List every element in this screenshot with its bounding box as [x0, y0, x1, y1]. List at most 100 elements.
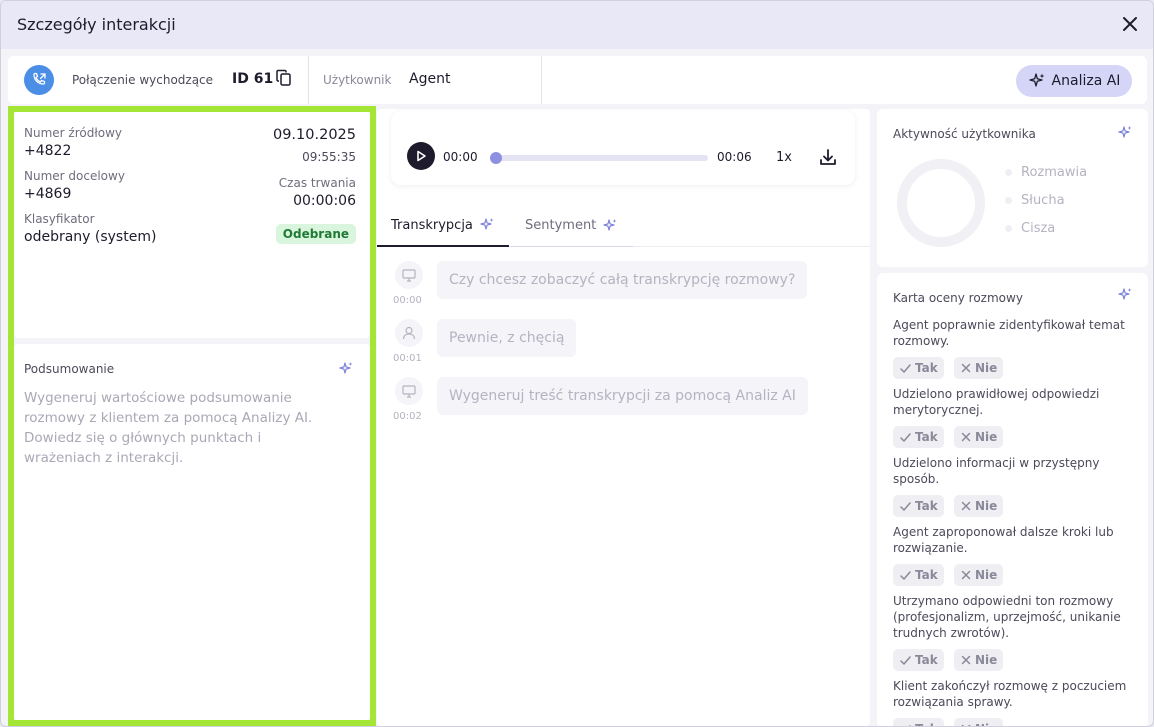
download-icon	[820, 149, 836, 165]
question-line: Klient zakończył rozmowę z poczuciem	[893, 679, 1127, 693]
x-icon	[961, 570, 971, 580]
speaker-avatar	[395, 261, 423, 289]
legend-dot	[1005, 197, 1012, 204]
answer-no-button[interactable]: Nie	[954, 564, 1004, 586]
tab-transcription[interactable]: Transkrypcja	[377, 205, 509, 247]
duration-value: 00:00:06	[293, 193, 356, 209]
legend-label: Słucha	[1021, 193, 1065, 208]
sparkle-icon[interactable]	[1117, 125, 1133, 141]
scorecard-question: Udzielono informacji w przystępny sposób.	[893, 455, 1137, 487]
status-badge: Odebrane	[275, 224, 356, 244]
scorecard-question: Agent zaproponował dalsze kroki lub rozwi…	[893, 524, 1137, 556]
monitor-icon	[402, 385, 416, 398]
answer-yes-button[interactable]: Tak	[893, 357, 944, 379]
progress-thumb[interactable]	[490, 152, 502, 164]
question-line: merytorycznej.	[893, 403, 984, 417]
question-line: Agent zaproponował dalsze kroki lub	[893, 525, 1114, 539]
classifier-value: odebrany (system)	[24, 229, 157, 245]
question-line: rozmowy.	[893, 334, 950, 348]
answer-yes-label: Tak	[915, 499, 938, 513]
answer-yes-label: Tak	[915, 430, 938, 444]
check-icon	[908, 724, 911, 726]
x-icon	[961, 724, 971, 726]
x-icon	[961, 501, 971, 511]
call-id: ID 61	[232, 71, 274, 87]
answer-no-button[interactable]: Nie	[954, 426, 1004, 448]
sparkle-icon	[1028, 73, 1045, 87]
x-icon	[961, 655, 971, 665]
answer-no-label: Nie	[975, 499, 998, 513]
question-line: Agent poprawnie zidentyfikował temat	[893, 318, 1125, 332]
user-value: Agent	[409, 71, 451, 87]
question-line: rozwiązanie.	[893, 541, 968, 555]
check-icon	[900, 432, 911, 442]
legend-label: Rozmawia	[1021, 165, 1088, 180]
scorecard-question: Klient zakończył rozmowę z poczuciem rozw…	[893, 678, 1137, 710]
progress-track[interactable]	[490, 152, 708, 164]
x-icon	[961, 432, 971, 442]
ai-analysis-button[interactable]: Analiza AI	[1016, 65, 1132, 97]
message-time: 00:00	[393, 295, 422, 306]
audio-player: 00:00 00:06 1x	[391, 111, 855, 185]
message-bubble: Pewnie, z chęcią	[437, 319, 577, 357]
summary-card: Podsumowanie Wygeneruj wartościowe podsu…	[14, 344, 370, 720]
legend-item-talking: Rozmawia	[1005, 165, 1087, 180]
answer-yes-button[interactable]: Tak	[893, 718, 944, 726]
answer-no-button[interactable]: Nie	[954, 357, 1004, 379]
answer-no-button[interactable]: Nie	[954, 649, 1004, 671]
target-number-label: Numer docelowy	[24, 169, 125, 183]
ai-analysis-label: Analiza AI	[1051, 73, 1121, 89]
message-bubble: Czy chcesz zobaczyć całą transkrypcję ro…	[437, 261, 808, 299]
scorecard-title: Karta oceny rozmowy	[893, 291, 1023, 305]
copy-icon	[276, 69, 291, 86]
speaker-avatar	[395, 377, 423, 405]
question-line: sposób.	[893, 472, 940, 486]
sparkle-icon[interactable]	[338, 361, 354, 377]
tab-sentiment[interactable]: Sentyment	[511, 205, 633, 247]
answer-no-label: Nie	[975, 361, 998, 375]
answer-yes-button[interactable]: Tak	[893, 649, 944, 671]
interaction-header: Połączenie wychodzące ID 61 Użytkownik A…	[8, 56, 1147, 104]
source-number-label: Numer źródłowy	[24, 126, 122, 140]
title-bar: Szczegóły interakcji	[1, 1, 1153, 49]
question-line: (profesjonalizm, uprzejmość, unikanie	[893, 610, 1121, 624]
message-bubble: Wygeneruj treść transkrypcji za pomocą A…	[437, 377, 808, 415]
monitor-icon	[402, 269, 416, 282]
answer-yes-label: Tak	[915, 568, 938, 582]
current-time: 00:00	[443, 150, 478, 164]
outgoing-call-badge	[24, 65, 54, 95]
answer-no-button[interactable]: Nie	[954, 718, 1004, 726]
answer-no-label: Nie	[975, 430, 998, 444]
playback-speed-button[interactable]: 1x	[776, 150, 792, 165]
copy-id-button[interactable]	[276, 69, 292, 87]
right-panel: Aktywność użytkownika Rozmawia Słucha Ci…	[877, 109, 1148, 726]
download-button[interactable]	[818, 147, 838, 167]
answer-yes-button[interactable]: Tak	[893, 564, 944, 586]
answer-no-label: Nie	[975, 722, 997, 726]
answer-yes-button[interactable]: Tak	[893, 495, 944, 517]
transcript-panel: 00:00 00:06 1x Transkrypcja Sentyment 00…	[377, 109, 870, 726]
answer-yes-label: Tak	[915, 361, 938, 375]
transcript-message: 00:01 Pewnie, z chęcią	[391, 319, 861, 369]
user-activity-card: Aktywność użytkownika Rozmawia Słucha Ci…	[877, 109, 1148, 267]
answer-no-button[interactable]: Nie	[954, 495, 1004, 517]
call-scorecard: Karta oceny rozmowy Agent poprawnie zide…	[877, 273, 1148, 726]
sparkle-icon[interactable]	[1117, 287, 1133, 303]
legend-dot	[1005, 169, 1012, 176]
total-time: 00:06	[717, 150, 752, 164]
scorecard-question: Utrzymano odpowiedni ton rozmowy (profesj…	[893, 593, 1137, 641]
answer-yes-button[interactable]: Tak	[893, 426, 944, 448]
check-icon	[900, 655, 911, 665]
check-icon	[900, 501, 911, 511]
classifier-label: Klasyfikator	[24, 212, 95, 226]
tab-sentiment-label: Sentyment	[525, 218, 597, 233]
x-icon	[961, 363, 971, 373]
close-button[interactable]	[1119, 13, 1141, 35]
scorecard-question: Agent poprawnie zidentyfikował temat rozm…	[893, 317, 1137, 349]
play-button[interactable]	[407, 142, 435, 170]
message-time: 00:01	[393, 353, 422, 364]
legend-item-silence: Cisza	[1005, 221, 1055, 236]
duration-label: Czas trwania	[278, 176, 356, 190]
divider	[541, 56, 542, 104]
user-icon	[402, 326, 416, 340]
